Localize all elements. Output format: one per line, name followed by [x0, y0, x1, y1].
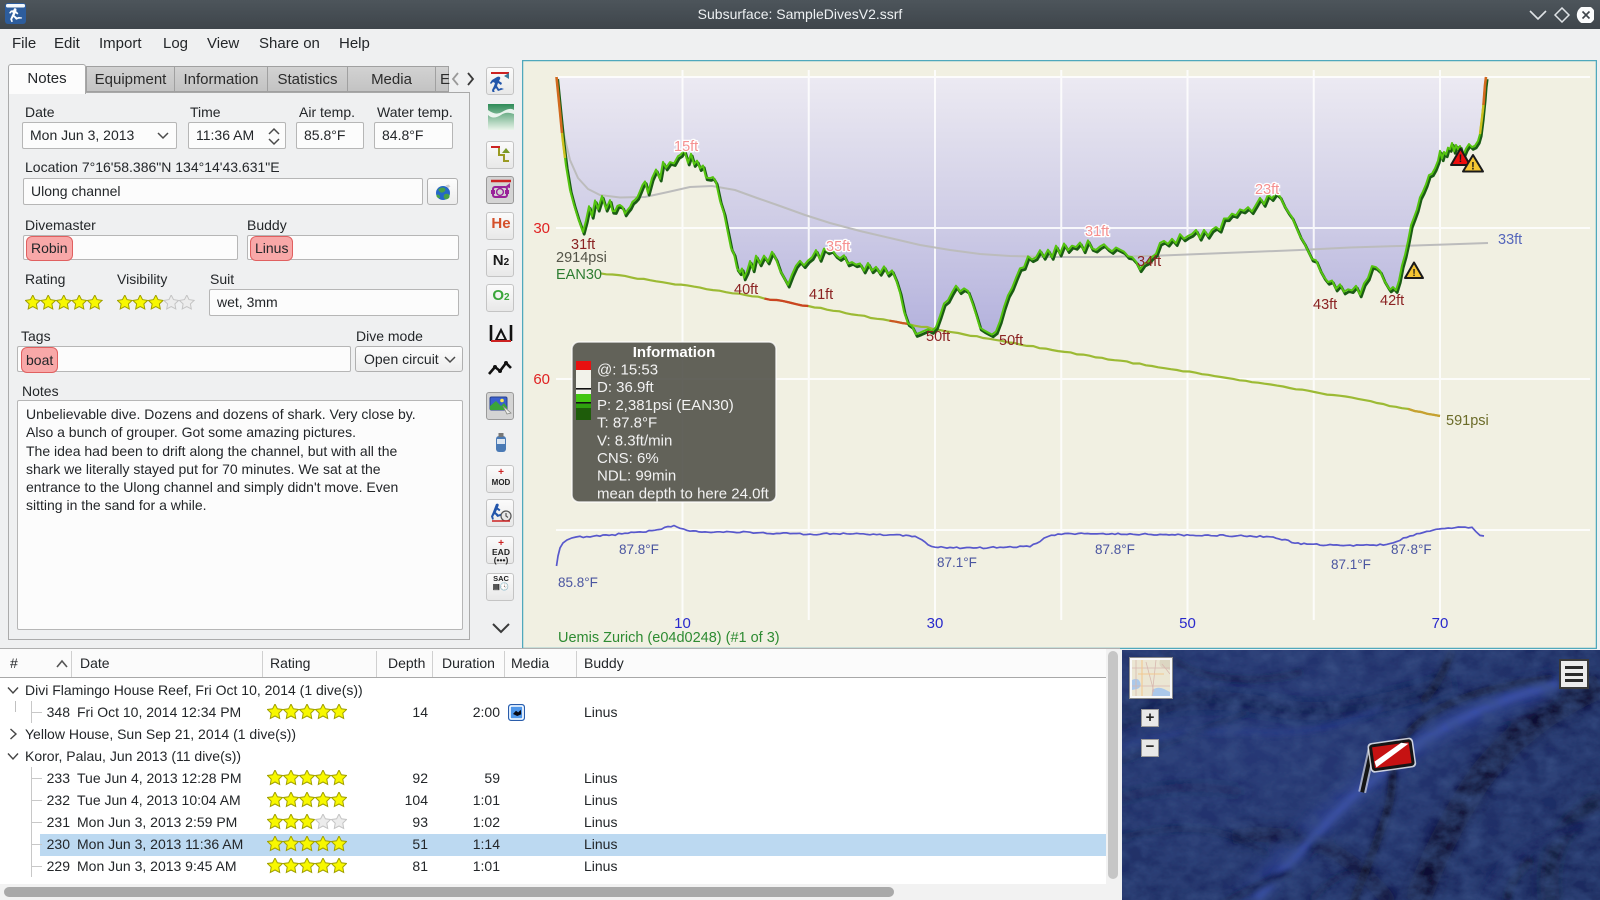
- svg-text:85.8°F: 85.8°F: [558, 575, 598, 590]
- svg-text:T: 87.8°F: T: 87.8°F: [597, 415, 657, 432]
- svg-text:mean depth to here 24.0ft: mean depth to here 24.0ft: [597, 485, 770, 502]
- svg-text:591psi: 591psi: [1446, 413, 1489, 429]
- svg-text:41ft: 41ft: [809, 287, 833, 303]
- svg-text:87.8°F: 87.8°F: [619, 542, 659, 557]
- svg-text:EAN30: EAN30: [556, 267, 602, 283]
- svg-text:NDL: 99min: NDL: 99min: [597, 468, 676, 485]
- svg-text:87.1°F: 87.1°F: [1331, 557, 1371, 572]
- svg-text:Information: Information: [633, 344, 716, 361]
- svg-text:87.8°F: 87.8°F: [1095, 542, 1135, 557]
- svg-text:31ft: 31ft: [1085, 224, 1109, 240]
- svg-text:@: 15:53: @: 15:53: [597, 362, 658, 379]
- svg-text:34ft: 34ft: [1137, 254, 1161, 270]
- svg-text:Uemis Zurich (e04d0248) (#1 of: Uemis Zurich (e04d0248) (#1 of 3): [558, 630, 780, 646]
- svg-text:2914psi: 2914psi: [556, 250, 607, 266]
- svg-text:30: 30: [533, 220, 550, 237]
- svg-text:!: !: [1459, 153, 1463, 165]
- svg-text:CNS: 6%: CNS: 6%: [597, 450, 659, 467]
- svg-text:50: 50: [1179, 615, 1196, 632]
- svg-text:D: 36.9ft: D: 36.9ft: [597, 379, 655, 396]
- svg-text:50ft: 50ft: [926, 329, 950, 345]
- svg-text:!: !: [1471, 161, 1475, 173]
- svg-text:50ft: 50ft: [999, 333, 1023, 349]
- svg-text:60: 60: [533, 371, 550, 388]
- svg-text:87·8°F: 87·8°F: [1391, 542, 1432, 557]
- svg-text:23ft: 23ft: [1255, 182, 1279, 198]
- svg-text:35ft: 35ft: [826, 239, 850, 255]
- svg-text:!: !: [1412, 268, 1415, 279]
- svg-text:33ft: 33ft: [1498, 232, 1522, 248]
- svg-text:70: 70: [1432, 615, 1449, 632]
- svg-text:15ft: 15ft: [674, 139, 698, 155]
- svg-text:42ft: 42ft: [1380, 293, 1404, 309]
- svg-text:V: 8.3ft/min: V: 8.3ft/min: [597, 432, 672, 449]
- svg-text:43ft: 43ft: [1313, 297, 1337, 313]
- svg-text:87.1°F: 87.1°F: [937, 555, 977, 570]
- svg-text:30: 30: [927, 615, 944, 632]
- svg-text:40ft: 40ft: [734, 282, 758, 298]
- svg-text:P: 2,381psi (EAN30): P: 2,381psi (EAN30): [597, 397, 734, 414]
